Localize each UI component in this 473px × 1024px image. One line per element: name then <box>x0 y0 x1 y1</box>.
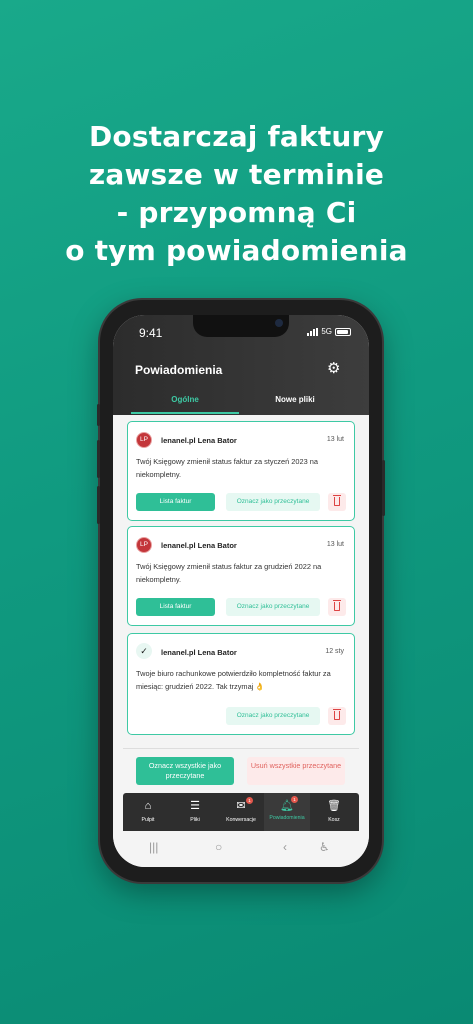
promo-headline: Dostarczaj faktury zawsze w terminie - p… <box>0 118 473 270</box>
mark-read-button[interactable]: Oznacz jako przeczytane <box>226 598 320 616</box>
battery-icon <box>335 327 351 336</box>
phone-screen: 9:41 5G Powiadomienia ⚙ Ogólne Nowe plik… <box>113 315 369 867</box>
home-icon: ⌂ <box>144 800 152 812</box>
avatar: LP <box>136 432 152 448</box>
notification-message: Twoje biuro rachunkowe potwierdziło komp… <box>136 669 331 691</box>
bottom-nav: ⌂ Pulpit ☰ Pliki ✉ 1 Konwersacje 🔔︎ 1 Po… <box>123 793 359 831</box>
avatar: LP <box>136 537 152 553</box>
notch <box>193 315 289 337</box>
trash-icon <box>333 709 341 720</box>
volume-up-button <box>97 440 100 478</box>
notification-message: Twój Księgowy zmienił status faktur za g… <box>136 562 322 584</box>
nav-item-notifications[interactable]: 🔔︎ 1 Powiadomienia <box>264 793 310 831</box>
nav-label: Powiadomienia <box>269 815 305 821</box>
home-circle-icon[interactable]: ○ <box>215 840 222 854</box>
headline-line-4: o tym powiadomienia <box>65 234 408 267</box>
delete-notification-button[interactable] <box>328 493 346 511</box>
list-icon: ☰ <box>190 800 200 812</box>
invoice-list-button[interactable]: Lista faktur <box>136 493 215 511</box>
notification-card: LP lenanel.pl Lena Bator 13 lut Twój Ksi… <box>127 526 355 626</box>
mark-read-button[interactable]: Oznacz jako przeczytane <box>226 707 320 725</box>
network-type: 5G <box>321 327 332 336</box>
recent-apps-icon[interactable]: ||| <box>149 840 158 854</box>
nav-item-dashboard[interactable]: ⌂ Pulpit <box>125 793 171 831</box>
accessibility-icon[interactable]: ♿︎ <box>319 840 330 854</box>
tab-general[interactable]: Ogólne <box>131 395 239 404</box>
page-title: Powiadomienia <box>135 363 223 377</box>
mark-read-button[interactable]: Oznacz jako przeczytane <box>226 493 320 511</box>
invoice-list-button[interactable]: Lista faktur <box>136 598 215 616</box>
signal-icon <box>307 327 319 336</box>
trash-icon <box>333 600 341 611</box>
notification-date: 13 lut <box>326 436 344 443</box>
check-icon: ✓ <box>136 643 152 659</box>
status-time: 9:41 <box>139 326 163 340</box>
nav-label: Pulpit <box>141 817 155 823</box>
notification-date: 13 lut <box>326 541 344 548</box>
nav-label: Kosz <box>328 817 340 823</box>
mark-all-read-button[interactable]: Oznacz wszystkie jako przeczytane <box>136 757 234 785</box>
nav-label: Konwersacje <box>226 817 256 823</box>
notification-sender: lenanel.pl Lena Bator <box>161 436 237 445</box>
delete-all-read-button[interactable]: Usuń wszystkie przeczytane <box>247 757 345 785</box>
delete-notification-button[interactable] <box>328 707 346 725</box>
notification-date: 12 sty <box>325 648 344 655</box>
headline-line-1: Dostarczaj faktury <box>88 120 385 153</box>
trash-icon <box>333 495 341 506</box>
power-button <box>382 460 385 516</box>
notification-message: Twój Księgowy zmienił status faktur za s… <box>136 457 318 479</box>
notification-sender: lenanel.pl Lena Bator <box>161 648 237 657</box>
divider <box>123 748 359 749</box>
notification-card: ✓ lenanel.pl Lena Bator 12 sty Twoje biu… <box>127 633 355 735</box>
nav-label: Pliki <box>190 817 200 823</box>
volume-down-button <box>97 486 100 524</box>
mute-switch <box>97 404 100 426</box>
tab-new-files[interactable]: Nowe pliki <box>241 395 349 404</box>
app-header: 9:41 5G Powiadomienia ⚙ Ogólne Nowe plik… <box>113 315 369 415</box>
nav-item-files[interactable]: ☰ Pliki <box>172 793 218 831</box>
unread-badge: 1 <box>246 797 253 804</box>
status-indicators: 5G <box>307 327 351 336</box>
nav-item-conversations[interactable]: ✉ 1 Konwersacje <box>218 793 264 831</box>
camera-icon <box>275 319 283 327</box>
notification-card: LP lenanel.pl Lena Bator 13 lut Twój Ksi… <box>127 421 355 521</box>
phone-frame: 9:41 5G Powiadomienia ⚙ Ogólne Nowe plik… <box>97 300 385 882</box>
unread-badge: 1 <box>291 796 298 803</box>
active-tab-indicator <box>131 412 239 414</box>
mail-icon: ✉ <box>236 800 246 812</box>
notification-sender: lenanel.pl Lena Bator <box>161 541 237 550</box>
nav-item-trash[interactable]: 🗑︎ Kosz <box>311 793 357 831</box>
bell-icon: 🔔︎ <box>280 800 294 812</box>
gear-icon[interactable]: ⚙ <box>327 361 340 376</box>
back-icon[interactable]: ‹ <box>283 840 287 854</box>
delete-notification-button[interactable] <box>328 598 346 616</box>
headline-line-3: - przypomną Ci <box>116 196 357 229</box>
trash-icon: 🗑︎ <box>327 800 341 812</box>
headline-line-2: zawsze w terminie <box>88 158 385 191</box>
